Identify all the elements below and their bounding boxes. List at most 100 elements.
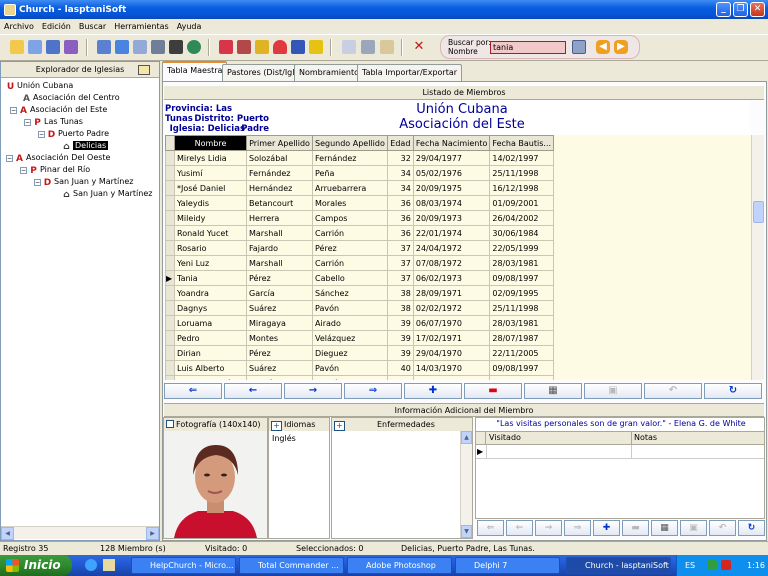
grid-cell[interactable]: 28/03/1981 — [489, 255, 555, 271]
refresh-button[interactable]: ↻ — [704, 383, 762, 399]
grid-cell[interactable]: Yaleydis — [174, 195, 247, 211]
explorer-quicklaunch-icon[interactable] — [103, 559, 115, 571]
grid-cell[interactable]: 37 — [386, 270, 414, 286]
tab-pastores[interactable]: Pastores (Dist/Igl) — [222, 64, 303, 82]
grid-cell[interactable]: Carrión — [312, 225, 388, 241]
tree-item-asociacion-centro[interactable]: A Asociación del Centro — [22, 92, 120, 104]
grid-cell[interactable]: 24/02/1996 — [489, 375, 555, 380]
grid-cell[interactable]: 01/09/2001 — [489, 195, 555, 211]
tree-item-san-juan-district[interactable]: − D San Juan y Martínez — [34, 176, 133, 188]
grid-cell[interactable]: Daniel Joaquín — [174, 375, 247, 380]
preview-icon[interactable] — [133, 40, 147, 54]
idioma-item[interactable]: Inglés — [272, 434, 296, 443]
grid-cell[interactable]: 39 — [386, 330, 414, 346]
col-notas[interactable]: Notas — [634, 433, 657, 442]
visitas-refresh-button[interactable]: ↻ — [738, 520, 765, 536]
table-row[interactable]: Yoandra García Sánchez 38 28/09/1971 02/09/19… — [165, 285, 555, 301]
table-row[interactable]: Yeni Luz Marshall Carrión 37 07/08/1972 28/03… — [165, 255, 555, 271]
enfermedades-scrollbar[interactable]: ▲ ▼ — [460, 431, 472, 538]
grid-cell[interactable]: 37 — [386, 240, 414, 256]
row-indicator[interactable]: ▶ — [165, 270, 175, 286]
grid-cell[interactable]: Campos — [312, 210, 388, 226]
grid-cell[interactable]: Carrión — [312, 255, 388, 271]
grid-cell[interactable]: 34 — [386, 165, 414, 181]
grid-cell[interactable]: Marshall — [246, 225, 313, 241]
globe-icon[interactable] — [187, 40, 201, 54]
table-row[interactable]: Mileidy Herrera Campos 36 20/09/1973 26/04/20… — [165, 210, 555, 226]
grid-cell[interactable]: 09/08/1997 — [489, 270, 555, 286]
tree-item-puerto-padre[interactable]: − D Puerto Padre — [38, 128, 109, 140]
cancel-edit-button[interactable]: ↶ — [644, 383, 702, 399]
tree-item-san-juan-church[interactable]: ⌂ San Juan y Martínez — [62, 188, 152, 200]
grid-cell[interactable]: 40 — [386, 360, 414, 376]
grid-cell[interactable]: Pedro — [174, 330, 247, 346]
last-record-button[interactable]: ⇒ — [344, 383, 402, 399]
grid-cell[interactable]: Rosario — [174, 240, 247, 256]
book-icon[interactable] — [291, 40, 305, 54]
row-indicator[interactable] — [165, 150, 175, 166]
grid-cell[interactable]: 16/12/1998 — [489, 180, 555, 196]
search-prev-icon[interactable]: ◀ — [596, 40, 610, 54]
prev-record-button[interactable]: ← — [224, 383, 282, 399]
grid-cell[interactable]: Airado — [312, 315, 388, 331]
grid-cell[interactable]: Velázquez — [312, 330, 388, 346]
grid-cell[interactable]: 25/11/1998 — [489, 300, 555, 316]
tree-item-asociacion-este[interactable]: − A Asociación del Este — [10, 104, 107, 116]
panel-pin-icon[interactable] — [138, 65, 150, 75]
grid-cell[interactable]: 02/09/1995 — [489, 285, 555, 301]
grid-cell[interactable]: 22/01/1974 — [412, 225, 491, 241]
grid-cell[interactable]: 32 — [386, 150, 414, 166]
table-row[interactable]: *José Daniel Hernández Arruebarrera 34 20/09… — [165, 180, 555, 196]
row-indicator[interactable] — [165, 240, 175, 256]
row-indicator[interactable] — [165, 345, 175, 361]
grid-cell[interactable]: 06/07/1970 — [412, 315, 491, 331]
tree-hscrollbar[interactable]: ◀ ▶ — [1, 526, 159, 540]
bible-icon[interactable] — [309, 40, 323, 54]
sort-icon[interactable] — [97, 40, 111, 54]
bookmark-icon[interactable] — [219, 40, 233, 54]
browser-quicklaunch-icon[interactable] — [85, 559, 97, 571]
heart-icon[interactable] — [273, 40, 287, 54]
grid-vscrollbar[interactable] — [751, 135, 764, 380]
grid-cell[interactable]: 25/11/1998 — [489, 165, 555, 181]
row-indicator[interactable] — [165, 375, 175, 380]
visitas-last-button[interactable]: ⇒ — [564, 520, 591, 536]
add-enfermedad-button[interactable]: + — [334, 421, 345, 431]
table-row[interactable]: Yusimí Fernández Peña 34 05/02/1976 25/11/199… — [165, 165, 555, 181]
grid-cell[interactable]: 14/03/1970 — [412, 360, 491, 376]
grid-cell[interactable]: Marshall — [246, 255, 313, 271]
search-next-icon[interactable]: ▶ — [614, 40, 628, 54]
row-indicator[interactable] — [165, 225, 175, 241]
table-row[interactable]: Dirian Pérez Dieguez 39 29/04/1970 22/11/2005 — [165, 345, 555, 361]
task-helpchurch[interactable]: HelpChurch - Micro... — [131, 557, 236, 574]
start-button[interactable]: Inicio — [0, 555, 72, 576]
scroll-thumb[interactable] — [753, 201, 764, 223]
row-indicator[interactable] — [165, 165, 175, 181]
visitas-new-row[interactable]: ▶ — [476, 445, 764, 459]
table-row[interactable]: Pedro Montes Velázquez 39 17/02/1971 28/07/19… — [165, 330, 555, 346]
copy-record-icon[interactable] — [46, 40, 60, 54]
add-idioma-button[interactable]: + — [271, 421, 282, 431]
grid-cell[interactable]: Hernández — [246, 375, 313, 380]
grid-cell[interactable]: 41 — [386, 375, 414, 380]
grid-cell[interactable]: 22/11/2005 — [489, 345, 555, 361]
tab-tabla-maestra[interactable]: Tabla Maestra — [162, 61, 228, 82]
paste-icon[interactable] — [380, 40, 394, 54]
insert-record-button[interactable]: ✚ — [404, 383, 462, 399]
table-row[interactable]: Daniel JoaquínHernándezGuillén4117/11/19… — [165, 375, 555, 380]
grid-cell[interactable]: Dagnys — [174, 300, 247, 316]
table-row[interactable]: Loruama Miragaya Airado 39 06/07/1970 28/03/1… — [165, 315, 555, 331]
task-delphi[interactable]: Delphi 7 — [455, 557, 560, 574]
grid-cell[interactable]: 28/03/1981 — [489, 315, 555, 331]
grid-cell[interactable]: 17/11/1968 — [412, 375, 491, 380]
col-fecha-nacimiento[interactable]: Fecha Nacimiento — [412, 135, 491, 151]
grid-cell[interactable]: 08/03/1974 — [412, 195, 491, 211]
row-indicator[interactable] — [165, 285, 175, 301]
scroll-left-icon[interactable]: ◀ — [1, 527, 14, 540]
grid-cell[interactable]: 37 — [386, 255, 414, 271]
edit-record-button[interactable]: ▦ — [524, 383, 582, 399]
grid-cell[interactable]: 22/05/1999 — [489, 240, 555, 256]
tree-item-asociacion-oeste[interactable]: − A Asociación Del Oeste — [6, 152, 110, 164]
tree-item-pinar-del-rio[interactable]: − P Pinar del Río — [20, 164, 90, 176]
grid-cell[interactable]: Loruama — [174, 315, 247, 331]
